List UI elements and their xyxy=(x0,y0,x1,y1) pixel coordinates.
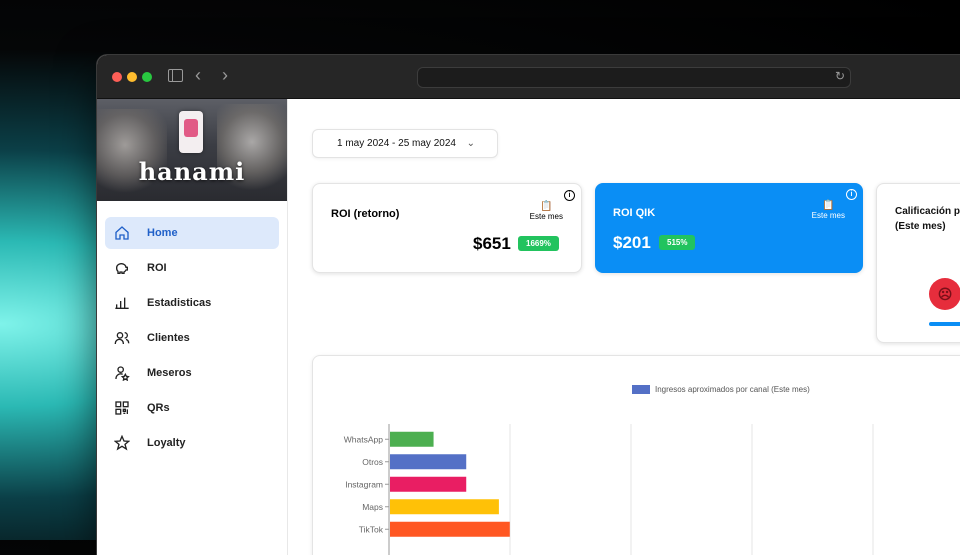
calificacion-title: Calificación pr (Este mes) xyxy=(895,204,960,234)
calificacion-title-line2: (Este mes) xyxy=(895,221,946,232)
qr-code-icon xyxy=(113,399,131,417)
browser-titlebar: ‹ › ↻ xyxy=(97,55,960,99)
bar-instagram[interactable] xyxy=(390,476,467,492)
roi-period: 📋 Este mes xyxy=(530,201,563,221)
waiter-icon xyxy=(113,364,131,382)
sidebar-toggle-icon[interactable] xyxy=(168,69,183,82)
sidebar-item-clientes[interactable]: Clientes xyxy=(105,322,279,354)
y-tick-label: Instagram xyxy=(345,479,383,489)
star-icon xyxy=(113,434,131,452)
reload-icon[interactable]: ↻ xyxy=(835,69,845,83)
users-icon xyxy=(113,329,131,347)
date-range-picker[interactable]: 1 may 2024 - 25 may 2024 ⌄ xyxy=(312,129,498,158)
y-tick-label: Maps xyxy=(362,502,383,512)
back-arrow-icon[interactable]: ‹ xyxy=(195,65,201,86)
roi-qik-card-title: ROI QIK xyxy=(613,207,656,219)
bar-tiktok[interactable] xyxy=(390,521,510,537)
y-tick-label: Otros xyxy=(362,457,383,467)
main-content: 1 may 2024 - 25 may 2024 ⌄ ROI (retorno)… xyxy=(288,99,960,555)
sidebar-item-meseros[interactable]: Meseros xyxy=(105,357,279,389)
sidebar-item-label: QRs xyxy=(147,402,170,414)
browser-window: ‹ › ↻ hanami Home ROI Estadisticas Clientes… xyxy=(97,55,960,555)
roi-card-title: ROI (retorno) xyxy=(331,208,400,220)
roi-percent-badge: 1669% xyxy=(518,236,559,251)
close-window-button[interactable] xyxy=(112,72,122,82)
sidebar-item-label: Meseros xyxy=(147,367,192,379)
sidebar-item-label: Clientes xyxy=(147,332,190,344)
maximize-window-button[interactable] xyxy=(142,72,152,82)
channel-revenue-bar-chart: WhatsApp Otros Instagram Maps TikTok xyxy=(344,424,874,555)
home-icon xyxy=(113,224,131,242)
qik-amount: $201 xyxy=(613,233,651,252)
roi-period-label: Este mes xyxy=(529,212,563,221)
clipboard-icon: 📋 xyxy=(822,200,835,211)
phone-image xyxy=(179,111,203,153)
bar-whatsapp[interactable] xyxy=(390,431,434,447)
forward-arrow-icon[interactable]: › xyxy=(222,65,228,86)
piggy-bank-icon xyxy=(113,259,131,277)
sidebar-item-estadisticas[interactable]: Estadisticas xyxy=(105,287,279,319)
sidebar-item-roi[interactable]: ROI xyxy=(105,252,279,284)
sidebar-item-label: ROI xyxy=(147,262,167,274)
chevron-down-icon: ⌄ xyxy=(466,138,475,149)
rating-bar xyxy=(929,322,960,326)
roi-qik-card: ROI QIK i 📋 Este mes $201 515% xyxy=(595,183,863,273)
address-bar[interactable]: ↻ xyxy=(417,67,851,88)
roi-card: ROI (retorno) i 📋 Este mes $651 1669% xyxy=(312,183,582,273)
info-icon[interactable]: i xyxy=(846,189,857,200)
calificacion-card: Calificación pr (Este mes) ☹ xyxy=(876,183,960,343)
brand-banner: hanami xyxy=(97,99,287,201)
sidebar-item-loyalty[interactable]: Loyalty xyxy=(105,427,279,459)
sidebar-item-label: Home xyxy=(147,227,178,239)
qik-period: 📋 Este mes xyxy=(812,200,845,220)
date-range-label: 1 may 2024 - 25 may 2024 xyxy=(337,138,456,149)
y-tick-label: TikTok xyxy=(359,524,384,534)
sidebar-item-qrs[interactable]: QRs xyxy=(105,392,279,424)
brand-logo: hanami xyxy=(138,157,246,186)
sidebar-menu: Home ROI Estadisticas Clientes Meseros QRs Loy… xyxy=(97,201,287,459)
bar-maps[interactable] xyxy=(390,499,499,515)
info-icon[interactable]: i xyxy=(564,190,575,201)
bar-chart-icon xyxy=(113,294,131,312)
sidebar-item-home[interactable]: Home xyxy=(105,217,279,249)
minimize-window-button[interactable] xyxy=(127,72,137,82)
y-tick-label: WhatsApp xyxy=(344,434,383,444)
channel-revenue-chart-card: Ingresos aproximados por canal (Este mes… xyxy=(312,355,960,555)
sidebar-item-label: Loyalty xyxy=(147,437,186,449)
qik-period-label: Este mes xyxy=(811,211,845,220)
calificacion-title-line1: Calificación pr xyxy=(895,206,960,217)
sidebar: hanami Home ROI Estadisticas Clientes Mesero… xyxy=(97,99,288,555)
clipboard-icon: 📋 xyxy=(540,201,553,212)
roi-amount: $651 xyxy=(473,234,511,253)
sidebar-item-label: Estadisticas xyxy=(147,297,212,309)
bar-otros[interactable] xyxy=(390,454,467,470)
sad-face-icon: ☹ xyxy=(929,278,960,310)
qik-percent-badge: 515% xyxy=(659,235,696,250)
